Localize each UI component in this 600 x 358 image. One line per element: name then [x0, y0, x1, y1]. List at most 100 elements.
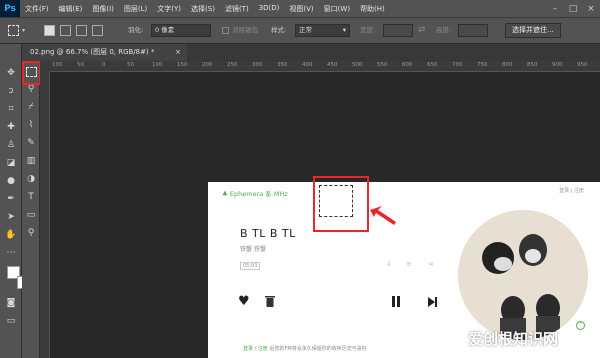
type-tool-icon[interactable]: T — [24, 190, 38, 204]
ruler-tick-label: 350 — [277, 62, 288, 68]
menu-item[interactable]: 图层(L) — [119, 4, 152, 14]
ruler-tick-label: 400 — [302, 62, 313, 68]
pen-tool-icon[interactable]: ✒ — [4, 192, 18, 206]
trash-icon — [265, 295, 275, 307]
document-tab-bar: 02.png @ 66.7% (图层 0, RGB/8#) * × — [22, 44, 600, 61]
document-tab[interactable]: 02.png @ 66.7% (图层 0, RGB/8#) * × — [22, 44, 187, 61]
song-duration-tag: 05:03 — [240, 262, 261, 270]
menu-item[interactable]: 视图(V) — [284, 4, 318, 14]
menu-bar: Ps 文件(F) 编辑(E) 图像(I) 图层(L) 文字(Y) 选择(S) 滤镜(T) 3D… — [0, 0, 600, 17]
more-tools-icon[interactable]: ⋯ — [4, 246, 18, 260]
footer-note: 登录 / 注册 后您的FM将会永久保留你的收听历史与喜好 — [243, 345, 367, 352]
feather-input[interactable]: 0 像素 — [151, 24, 211, 37]
ruler-tick-label: 850 — [527, 62, 538, 68]
move-tool-icon[interactable]: ✥ — [4, 66, 18, 80]
healing-brush-icon[interactable]: ✚ — [4, 120, 18, 134]
crop-tool-icon[interactable]: ⌗ — [4, 102, 18, 116]
tools-panel: ✥ ↄ ⌗ ✚ ♙ ◪ ● ✒ ➤ ✋ ⋯ ◙ ▭ — [0, 44, 30, 358]
menu-item[interactable]: 3D(D) — [254, 4, 285, 14]
maximize-icon[interactable]: □ — [563, 0, 583, 17]
menu-item[interactable]: 文件(F) — [20, 4, 54, 14]
pause-icon — [391, 296, 401, 307]
menu-item[interactable]: 帮助(H) — [355, 4, 390, 14]
feather-label: 羽化: — [128, 26, 144, 34]
style-label: 样式: — [271, 26, 287, 34]
list-icon: ≡ — [406, 260, 412, 268]
ruler-tick-label: 750 — [477, 62, 488, 68]
width-input[interactable] — [383, 24, 413, 37]
footer-register-link: 注册 — [257, 346, 268, 352]
style-select-value: 正常 — [299, 26, 312, 34]
ruler-tick-label: 100 — [152, 62, 163, 68]
ruler-tick-label: 50 — [77, 62, 84, 68]
marquee-tool-preset-icon[interactable] — [8, 25, 19, 36]
ruler-tick-label: 150 — [177, 62, 188, 68]
song-title: B TL B TL — [240, 227, 296, 240]
select-and-mask-button[interactable]: 选择并遮住... — [505, 23, 561, 38]
close-tab-icon[interactable]: × — [175, 44, 181, 61]
quick-mask-icon[interactable]: ◙ — [4, 296, 18, 310]
close-window-icon[interactable]: × — [581, 0, 600, 17]
ruler-tick-label: 100 — [52, 62, 63, 68]
lasso-tool-icon[interactable]: ↄ — [4, 84, 18, 98]
ruler-vertical — [40, 72, 50, 358]
gradient-tool-icon[interactable]: ▥ — [24, 154, 38, 168]
minimize-icon[interactable]: – — [545, 0, 565, 17]
menu-item[interactable]: 选择(S) — [186, 4, 220, 14]
height-input[interactable] — [458, 24, 488, 37]
chevron-down-icon[interactable]: ▾ — [22, 27, 25, 34]
chevron-down-icon: ▾ — [342, 26, 346, 34]
chevron-up-icon: ^ — [576, 321, 585, 330]
menu-item[interactable]: 文字(Y) — [152, 4, 186, 14]
add-to-selection-icon[interactable] — [60, 25, 71, 36]
subtract-from-selection-icon[interactable] — [76, 25, 87, 36]
watermark: 爱创根知识网 — [468, 330, 559, 348]
hand-tool-icon[interactable]: ✋ — [4, 228, 18, 242]
ruler-tick-label: 900 — [552, 62, 563, 68]
menu-item[interactable]: 滤镜(T) — [220, 4, 254, 14]
heart-icon: ♥ — [238, 294, 250, 309]
options-bar: ▾ 羽化: 0 像素 消除锯齿 样式: 正常 ▾ 宽度: ⇄ 高度: 选择并遮住… — [0, 17, 600, 44]
menu-item[interactable]: 编辑(E) — [54, 4, 88, 14]
ruler-tick-label: 50 — [127, 62, 134, 68]
clone-stamp-icon[interactable]: ♙ — [4, 138, 18, 152]
ruler-corner — [40, 61, 50, 72]
ruler-tick-label: 200 — [202, 62, 213, 68]
brand-name: Ephemera 系 MHz — [229, 190, 288, 198]
blur-tool-icon[interactable]: ● — [4, 174, 18, 188]
rectangle-tool-icon[interactable]: ▭ — [24, 208, 38, 222]
ruler-tick-label: 500 — [352, 62, 363, 68]
ruler-tick-label: 950 — [577, 62, 588, 68]
tools-panel-column-2: ⚲ ⌿ ⌇ ✎ ▥ ◑ T ▭ ⚲ — [22, 61, 40, 358]
ruler-horizontal: 100 50 0 50 100 150 200 250 300 350 400 450 500 550 60… — [50, 61, 600, 72]
share-icon: ⋖ — [428, 260, 434, 268]
height-label: 高度: — [436, 26, 452, 34]
menu-item[interactable]: 窗口(W) — [319, 4, 355, 14]
marquee-tool-highlight — [22, 61, 41, 85]
download-icon: ⇓ — [386, 260, 392, 268]
history-brush-icon[interactable]: ✎ — [24, 136, 38, 150]
brand-logo: ♣ Ephemera 系 MHz — [222, 188, 288, 198]
zoom-tool-icon[interactable]: ⚲ — [24, 226, 38, 240]
footer-login-link: 登录 — [243, 346, 254, 352]
song-artist: 铁蟹 铁蟹 — [240, 246, 266, 253]
antialias-checkbox[interactable] — [222, 27, 229, 34]
eyedropper-icon[interactable]: ⌿ — [24, 100, 38, 114]
ruler-tick-label: 550 — [377, 62, 388, 68]
path-selection-icon[interactable]: ➤ — [4, 210, 18, 224]
brush-tool-icon[interactable]: ⌇ — [24, 118, 38, 132]
dodge-tool-icon[interactable]: ◑ — [24, 172, 38, 186]
menu-item[interactable]: 图像(I) — [87, 4, 119, 14]
next-track-icon — [428, 297, 438, 307]
style-select[interactable]: 正常 ▾ — [295, 24, 350, 37]
photoshop-logo-icon[interactable]: Ps — [0, 0, 20, 17]
screen-mode-icon[interactable]: ▭ — [4, 314, 18, 328]
swap-icon[interactable]: ⇄ — [418, 25, 426, 35]
ruler-tick-label: 300 — [252, 62, 263, 68]
ruler-tick-label: 700 — [452, 62, 463, 68]
new-selection-icon[interactable] — [44, 25, 55, 36]
selection-highlight — [313, 176, 369, 232]
eraser-tool-icon[interactable]: ◪ — [4, 156, 18, 170]
intersect-selection-icon[interactable] — [92, 25, 103, 36]
login-register-links: 登录 | 注册 — [559, 188, 584, 194]
